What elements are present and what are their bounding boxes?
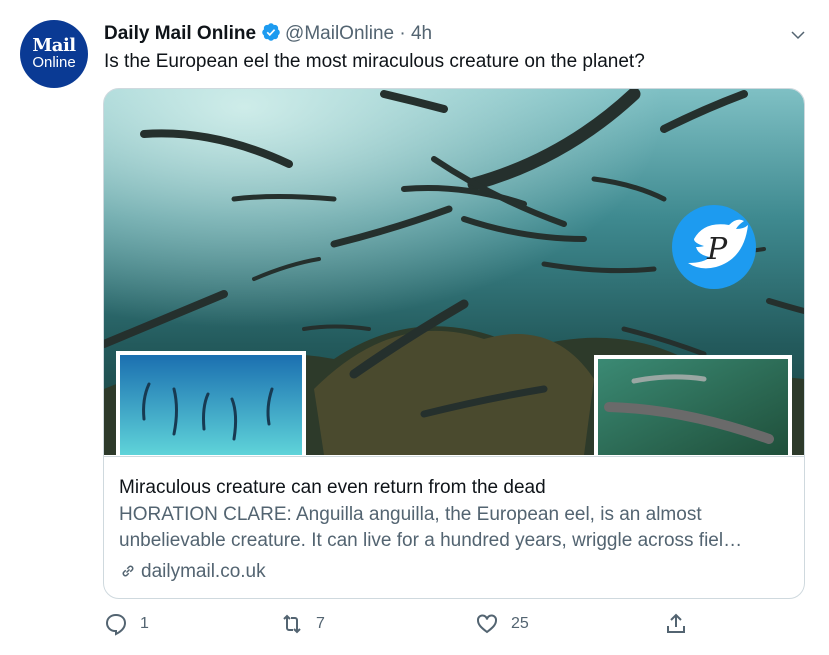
avatar-logo-line1: Mail: [32, 35, 76, 56]
retweet-count: 7: [316, 615, 325, 632]
like-icon: [477, 614, 497, 634]
retweet-icon: [283, 614, 301, 634]
tweet-time[interactable]: 4h: [411, 23, 432, 44]
avatar-logo-line2: Online: [32, 54, 76, 71]
reply-icon: [105, 613, 127, 636]
share-button[interactable]: [664, 612, 700, 636]
watermark-letter: P: [706, 232, 728, 267]
time-separator: ·: [399, 23, 406, 44]
link-card[interactable]: P Miraculous creature can even return fr…: [103, 88, 805, 599]
share-icon: [667, 613, 685, 633]
chevron-down-icon[interactable]: [789, 26, 807, 44]
card-title: Miraculous creature can even return from…: [119, 477, 546, 498]
tweet[interactable]: Mail Online Daily Mail Online @MailOnlin…: [0, 0, 829, 655]
tweet-header: Daily Mail Online @MailOnline · 4h: [104, 22, 432, 46]
avatar[interactable]: Mail Online: [20, 20, 88, 88]
reply-button[interactable]: 1: [104, 612, 149, 636]
link-icon: [122, 565, 134, 577]
card-image[interactable]: P: [104, 89, 804, 455]
card-description: HORATION CLARE: Anguilla anguilla, the E…: [119, 504, 743, 551]
retweet-button[interactable]: 7: [280, 612, 325, 636]
reply-count: 1: [140, 615, 149, 632]
tweet-actions: 1 7 25: [100, 612, 700, 642]
card-body[interactable]: Miraculous creature can even return from…: [104, 456, 804, 598]
card-domain: dailymail.co.uk: [119, 560, 266, 584]
verified-badge-icon: [262, 23, 280, 41]
tweet-text: Is the European eel the most miraculous …: [104, 51, 645, 72]
like-button[interactable]: 25: [475, 612, 529, 636]
like-count: 25: [511, 615, 529, 632]
account-handle[interactable]: @MailOnline: [285, 23, 394, 44]
account-name[interactable]: Daily Mail Online: [104, 23, 256, 44]
card-domain-text: dailymail.co.uk: [141, 561, 266, 582]
